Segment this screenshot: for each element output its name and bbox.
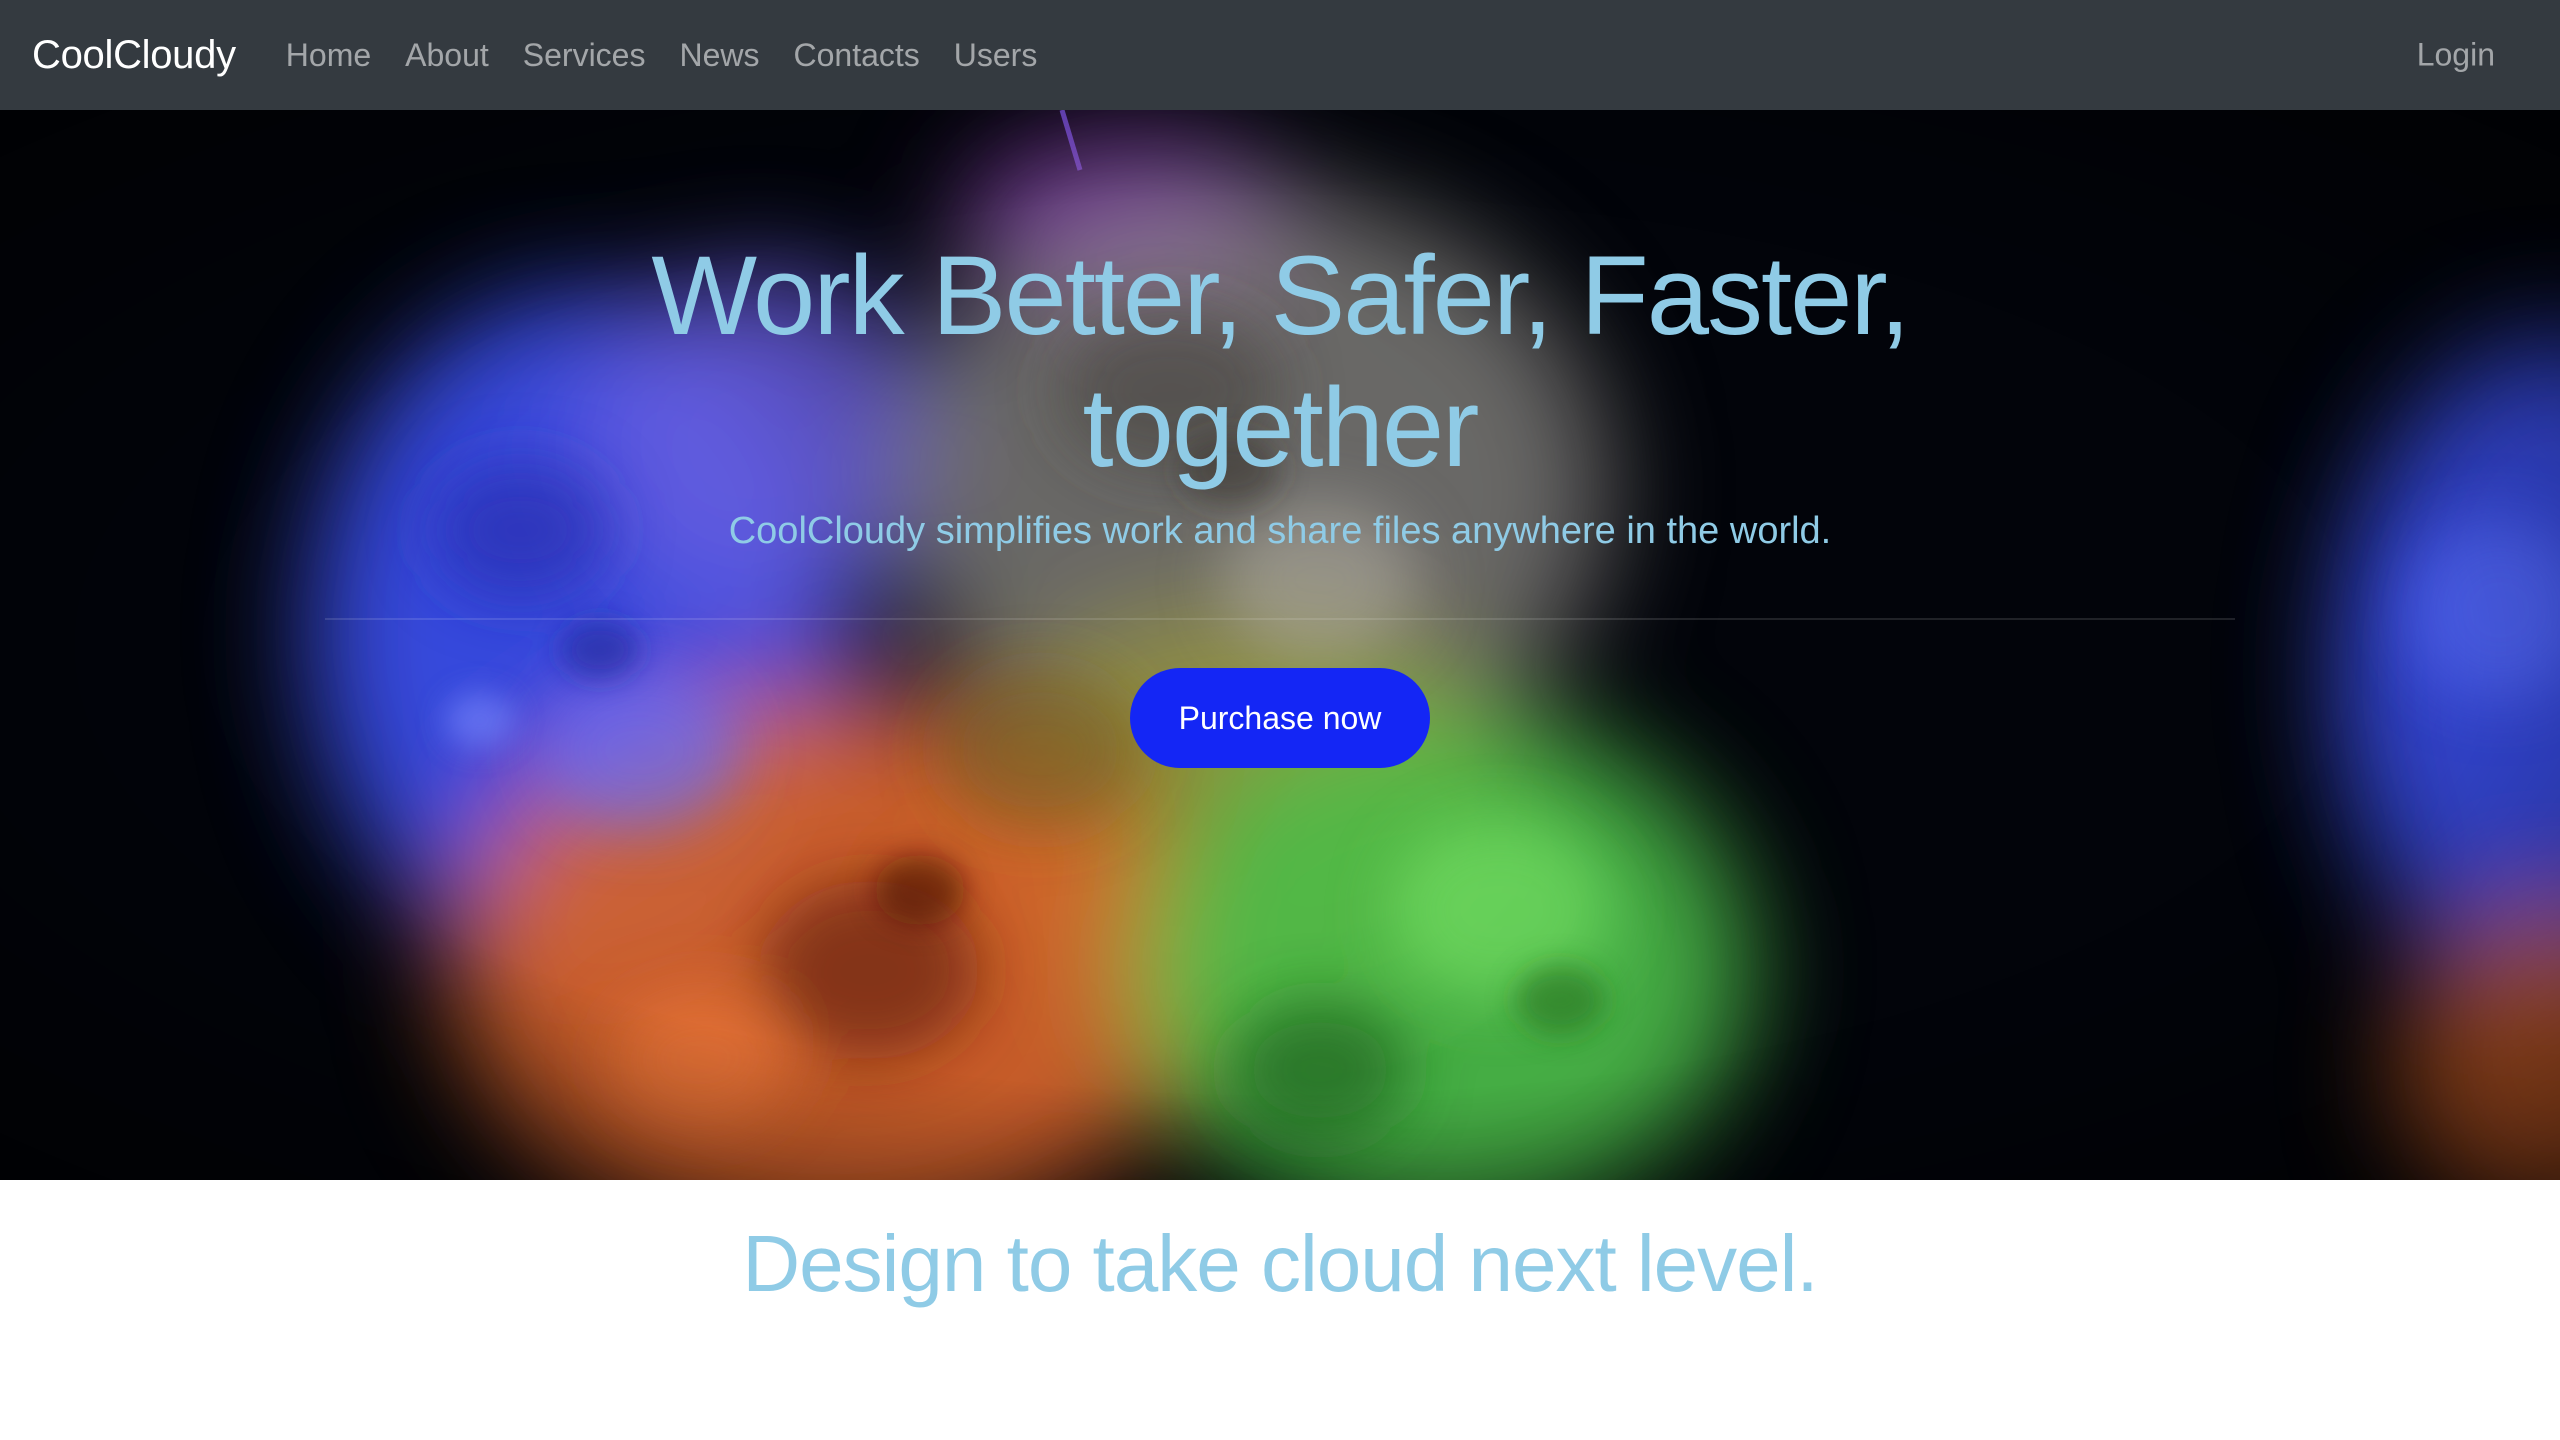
nav-item-users: Users	[954, 37, 1038, 74]
hero-divider	[325, 618, 2235, 620]
nav-link-contacts[interactable]: Contacts	[793, 37, 919, 73]
hero-title-line2: together	[1082, 365, 1480, 490]
nav-links: Home About Services News Contacts Users	[286, 37, 1038, 74]
login-link[interactable]: Login	[2417, 37, 2495, 74]
section-title: Design to take cloud next level.	[742, 1219, 1818, 1308]
nav-item-about: About	[405, 37, 489, 74]
hero-subtitle: CoolCloudy simplifies work and share fil…	[728, 510, 1832, 552]
hero-content: Work Better, Safer, Faster, together Coo…	[0, 110, 2560, 1180]
top-navbar: CoolCloudy Home About Services News Cont…	[0, 0, 2560, 110]
nav-link-users[interactable]: Users	[954, 37, 1038, 73]
nav-link-services[interactable]: Services	[523, 37, 646, 73]
hero-title-line1: Work Better, Safer, Faster,	[651, 233, 1910, 358]
purchase-now-button[interactable]: Purchase now	[1130, 668, 1430, 768]
nav-link-home[interactable]: Home	[286, 37, 371, 73]
brand-logo-link[interactable]: CoolCloudy	[32, 33, 236, 78]
nav-item-services: Services	[523, 37, 646, 74]
hero-title: Work Better, Safer, Faster, together	[560, 230, 2000, 494]
nav-item-home: Home	[286, 37, 371, 74]
nav-item-news: News	[679, 37, 759, 74]
hero-section: Work Better, Safer, Faster, together Coo…	[0, 110, 2560, 1180]
nav-link-news[interactable]: News	[679, 37, 759, 73]
nav-link-about[interactable]: About	[405, 37, 489, 73]
nav-item-contacts: Contacts	[793, 37, 919, 74]
